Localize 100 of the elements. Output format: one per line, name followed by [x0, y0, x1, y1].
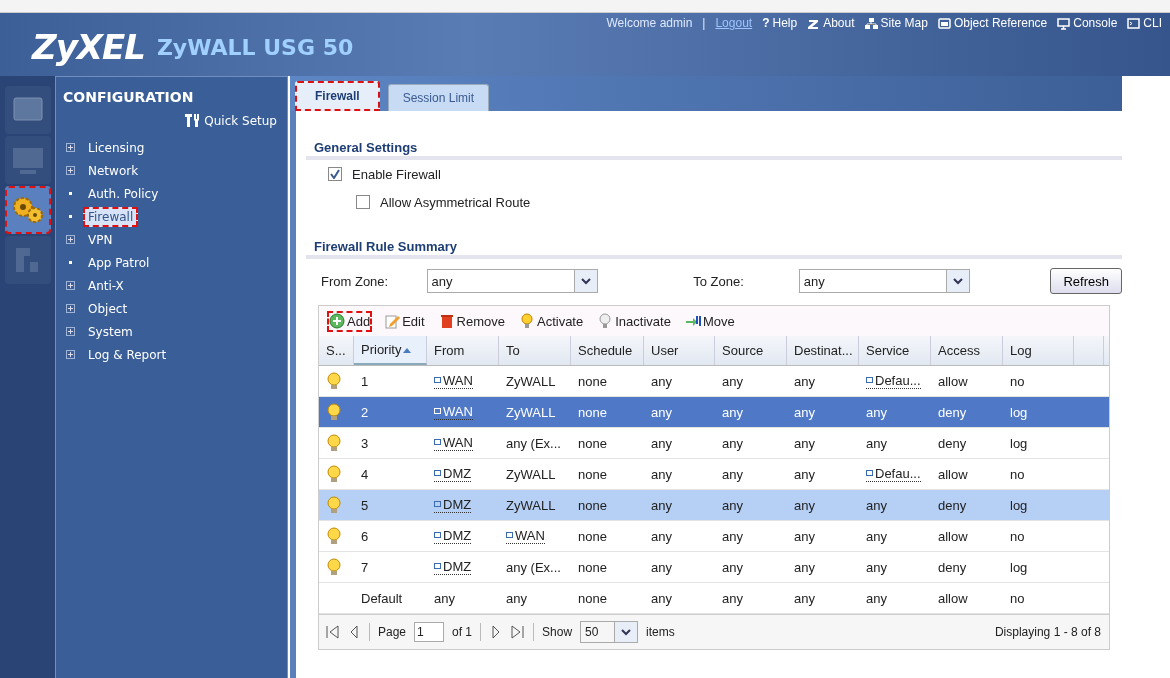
last-page-icon[interactable]	[511, 624, 526, 640]
table-cell: any	[722, 466, 743, 482]
table-cell: none	[578, 404, 607, 420]
column-header[interactable]: Priority	[354, 336, 427, 365]
table-cell: allow	[938, 528, 968, 544]
checkbox[interactable]	[356, 195, 370, 209]
expand-icon[interactable]	[66, 327, 75, 336]
object-link[interactable]: DMZ	[434, 528, 472, 544]
quick-setup-link[interactable]: Quick Setup	[56, 113, 277, 128]
remove-button[interactable]: Remove	[436, 310, 507, 332]
zone-dropdown[interactable]: any	[426, 269, 599, 293]
column-header[interactable]: Schedule	[571, 336, 644, 365]
table-cell: any	[866, 404, 887, 420]
column-header[interactable]: To	[499, 336, 571, 365]
page-input[interactable]: 1	[414, 622, 445, 642]
table-cell: any	[651, 590, 672, 606]
header-link[interactable]: Console	[1057, 16, 1118, 30]
sidebar-item[interactable]: Network	[83, 160, 144, 181]
table-cell: 5	[361, 497, 369, 513]
sidebar-item[interactable]: System	[83, 321, 138, 342]
activate-button[interactable]: Activate	[516, 310, 586, 332]
table-cell: any	[794, 559, 815, 575]
section-title: General Settings	[306, 135, 1122, 160]
object-link[interactable]: WAN	[434, 373, 473, 389]
column-header[interactable]: User	[644, 336, 715, 365]
sidebar-item[interactable]: Anti-X	[83, 275, 129, 296]
object-link[interactable]: DMZ	[434, 559, 472, 575]
logo: ZyXEL	[32, 27, 145, 67]
zone-dropdown[interactable]: any	[798, 269, 971, 293]
table-cell: deny	[938, 497, 967, 513]
object-link[interactable]: Defau...	[866, 373, 921, 389]
column-header[interactable]: Access	[931, 336, 1003, 365]
sidebar-item[interactable]: Log & Report	[83, 344, 172, 365]
header-link[interactable]: ? Help	[762, 16, 798, 30]
table-cell: 3	[361, 435, 369, 451]
object-link[interactable]: Defau...	[866, 466, 921, 482]
table-row[interactable]: 7 DMZ any (Ex... none any any any any deny log	[319, 552, 1109, 583]
column-header[interactable]: Destinat...	[787, 336, 859, 365]
tab[interactable]: Session Limit	[387, 84, 490, 111]
table-cell: none	[578, 497, 607, 513]
edit-icon	[384, 312, 401, 330]
table-cell: any	[722, 373, 743, 389]
sidebar-item[interactable]: Licensing	[83, 137, 150, 158]
object-icon	[434, 532, 441, 539]
object-link[interactable]: WAN	[506, 528, 545, 544]
column-header[interactable]: Service	[859, 336, 931, 365]
sidebar-item[interactable]: VPN	[83, 229, 118, 250]
table-row[interactable]: 5 DMZ ZyWALL none any any any any deny log	[319, 490, 1109, 521]
table-row[interactable]: 3 WAN any (Ex... none any any any any deny log	[319, 428, 1109, 459]
table-cell: any	[722, 497, 743, 513]
page-count: of 1	[452, 625, 473, 639]
sidebar-item[interactable]: App Patrol	[83, 252, 155, 273]
table-cell: any	[866, 497, 887, 513]
header-link[interactable]: CLI	[1127, 16, 1162, 30]
object-link[interactable]: WAN	[434, 435, 473, 451]
expand-icon[interactable]	[66, 235, 75, 244]
table-cell: any	[794, 435, 815, 451]
column-header[interactable]: Log	[1003, 336, 1074, 365]
configuration-icon[interactable]	[4, 186, 51, 234]
header-link[interactable]: Object Reference	[937, 16, 1048, 30]
inactivate-button[interactable]: Inactivate	[595, 310, 673, 332]
object-link[interactable]: DMZ	[434, 466, 472, 482]
edit-button[interactable]: Edit	[382, 310, 427, 332]
table-cell: any	[866, 435, 887, 451]
table-row[interactable]: 2 WAN ZyWALL none any any any any deny log	[319, 397, 1109, 428]
checkbox-label: Enable Firewall	[352, 166, 441, 182]
field-label: From Zone:	[320, 273, 390, 289]
expand-icon[interactable]	[66, 143, 75, 152]
sidebar-item[interactable]: Auth. Policy	[83, 183, 164, 204]
table-cell: allow	[938, 590, 968, 606]
table-cell: any	[506, 590, 527, 606]
sidebar-item[interactable]: Firewall	[83, 206, 139, 227]
dashboard-icon[interactable]	[4, 86, 51, 134]
table-row[interactable]: 6 DMZ WAN none any any any any allow no	[319, 521, 1109, 552]
sidebar-item[interactable]: Object	[83, 298, 133, 319]
expand-icon[interactable]	[66, 281, 75, 290]
object-icon	[434, 408, 441, 415]
page-size-dropdown[interactable]: 50	[580, 621, 639, 643]
bullet-icon	[69, 261, 72, 264]
table-cell: log	[1010, 435, 1028, 451]
expand-icon[interactable]	[66, 350, 75, 359]
header-link[interactable]: Site Map	[864, 16, 928, 30]
check-icon	[330, 169, 340, 179]
object-link[interactable]: WAN	[434, 404, 473, 420]
checkbox[interactable]	[328, 167, 342, 181]
column-header[interactable]: Source	[715, 336, 787, 365]
table-cell: Default	[361, 590, 403, 606]
sidebar-title: CONFIGURATION	[63, 89, 194, 105]
expand-icon[interactable]	[66, 166, 75, 175]
expand-icon[interactable]	[66, 304, 75, 313]
refresh-button[interactable]: Refresh	[1050, 268, 1122, 294]
object-link[interactable]: DMZ	[434, 497, 472, 513]
tab[interactable]: Firewall	[295, 81, 380, 111]
column-header[interactable]: From	[427, 336, 499, 365]
add-button[interactable]: Add	[327, 310, 373, 332]
table-cell: any	[722, 528, 743, 544]
move-button[interactable]: Move	[682, 310, 737, 332]
first-page-icon[interactable]	[325, 624, 339, 640]
table-cell: ZyWALL	[506, 404, 556, 420]
header-link[interactable]: About	[807, 16, 855, 30]
